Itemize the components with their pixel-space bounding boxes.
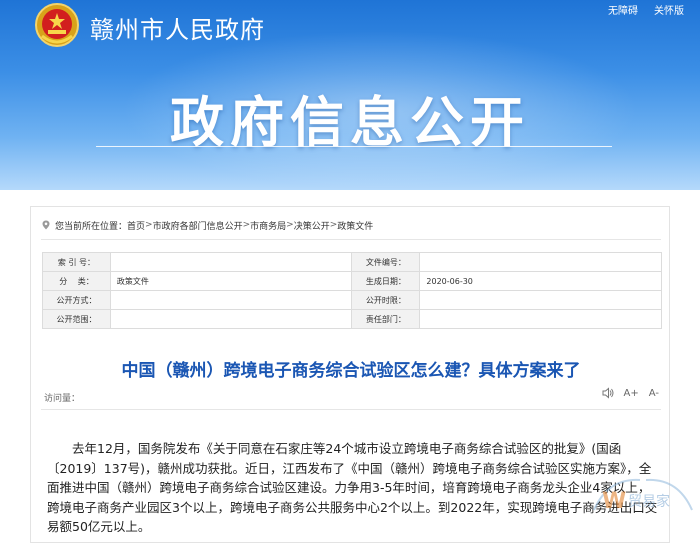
document-number-value <box>419 252 662 272</box>
disclosure-scope-label: 公开范围： <box>42 309 111 329</box>
disclosure-method-value <box>109 290 353 310</box>
breadcrumb-dept-info[interactable]: 市政府各部门信息公开 <box>153 219 243 232</box>
breadcrumb-separator: > <box>329 220 338 230</box>
breadcrumb: 您当前所在位置： 首页 > 市政府各部门信息公开 > 市商务局 > 决策公开 >… <box>41 215 373 235</box>
breadcrumb-separator: > <box>145 220 153 230</box>
disclosure-deadline-label: 公开时限： <box>351 290 421 310</box>
breadcrumb-decision-disclosure[interactable]: 决策公开 <box>294 219 330 232</box>
index-number-label: 索 引 号： <box>42 252 111 272</box>
article-title: 中国（赣州）跨境电子商务综合试验区怎么建？具体方案来了 <box>121 361 581 381</box>
font-increase-button[interactable]: A+ <box>624 388 639 399</box>
index-number-value <box>109 252 353 272</box>
table-row: 公开方式： 公开时限： <box>42 290 662 310</box>
breadcrumb-commerce-bureau[interactable]: 市商务局 <box>250 219 286 232</box>
visit-count-label: 访问量： <box>44 394 81 404</box>
responsible-dept-value <box>419 309 662 329</box>
care-mode-link[interactable]: 关怀版 <box>654 2 684 17</box>
speaker-icon <box>602 387 614 399</box>
font-decrease-button[interactable]: A- <box>649 388 659 399</box>
svg-text:贸易家: 贸易家 <box>628 493 670 510</box>
breadcrumb-prefix: 您当前所在位置： <box>55 221 128 232</box>
national-emblem-icon <box>35 3 79 47</box>
table-row: 公开范围： 责任部门： <box>42 309 662 329</box>
banner-divider <box>96 146 612 147</box>
created-date-value: 2020-06-30 <box>419 271 662 291</box>
table-row: 分 类： 政策文件 生成日期： 2020-06-30 <box>42 271 662 291</box>
table-row: 索 引 号： 文件编号： <box>42 252 662 272</box>
disclosure-deadline-value <box>419 290 662 310</box>
article-body: 去年12月，国务院发布《关于同意在石家庄等24个城市设立跨境电子商务综合试验区的… <box>47 441 658 534</box>
article-tools: A+ A- <box>602 387 659 399</box>
content-card: 您当前所在位置： 首页 > 市政府各部门信息公开 > 市商务局 > 决策公开 >… <box>30 206 670 543</box>
read-aloud-button[interactable] <box>602 387 614 399</box>
disclosure-method-label: 公开方式： <box>42 290 111 310</box>
breadcrumb-policy-documents[interactable]: 政策文件 <box>337 219 373 232</box>
breadcrumb-separator: > <box>286 220 294 230</box>
trade-logo-watermark: W 贸易家 <box>593 478 693 514</box>
document-number-label: 文件编号： <box>351 252 421 272</box>
location-pin-icon <box>42 220 50 230</box>
accessibility-link[interactable]: 无障碍 <box>608 2 638 17</box>
responsible-dept-label: 责任部门： <box>351 309 421 329</box>
disclosure-scope-value <box>109 309 353 329</box>
site-title[interactable]: 赣州市人民政府 <box>90 10 265 45</box>
breadcrumb-divider <box>41 239 661 240</box>
svg-text:W: W <box>602 489 626 514</box>
meta-divider <box>41 409 661 410</box>
article-meta: 访问量： A+ A- <box>41 385 661 410</box>
category-value: 政策文件 <box>109 271 353 291</box>
created-date-label: 生成日期： <box>351 271 421 291</box>
breadcrumb-home[interactable]: 首页 <box>127 219 145 232</box>
breadcrumb-separator: > <box>242 220 251 230</box>
top-links: 无障碍 关怀版 <box>608 2 684 17</box>
info-table: 索 引 号： 文件编号： 分 类： 政策文件 生成日期： 2020-06-30 … <box>42 252 662 329</box>
category-label: 分 类： <box>42 271 111 291</box>
header-banner: 赣州市人民政府 无障碍 关怀版 政府信息公开 <box>0 0 700 190</box>
